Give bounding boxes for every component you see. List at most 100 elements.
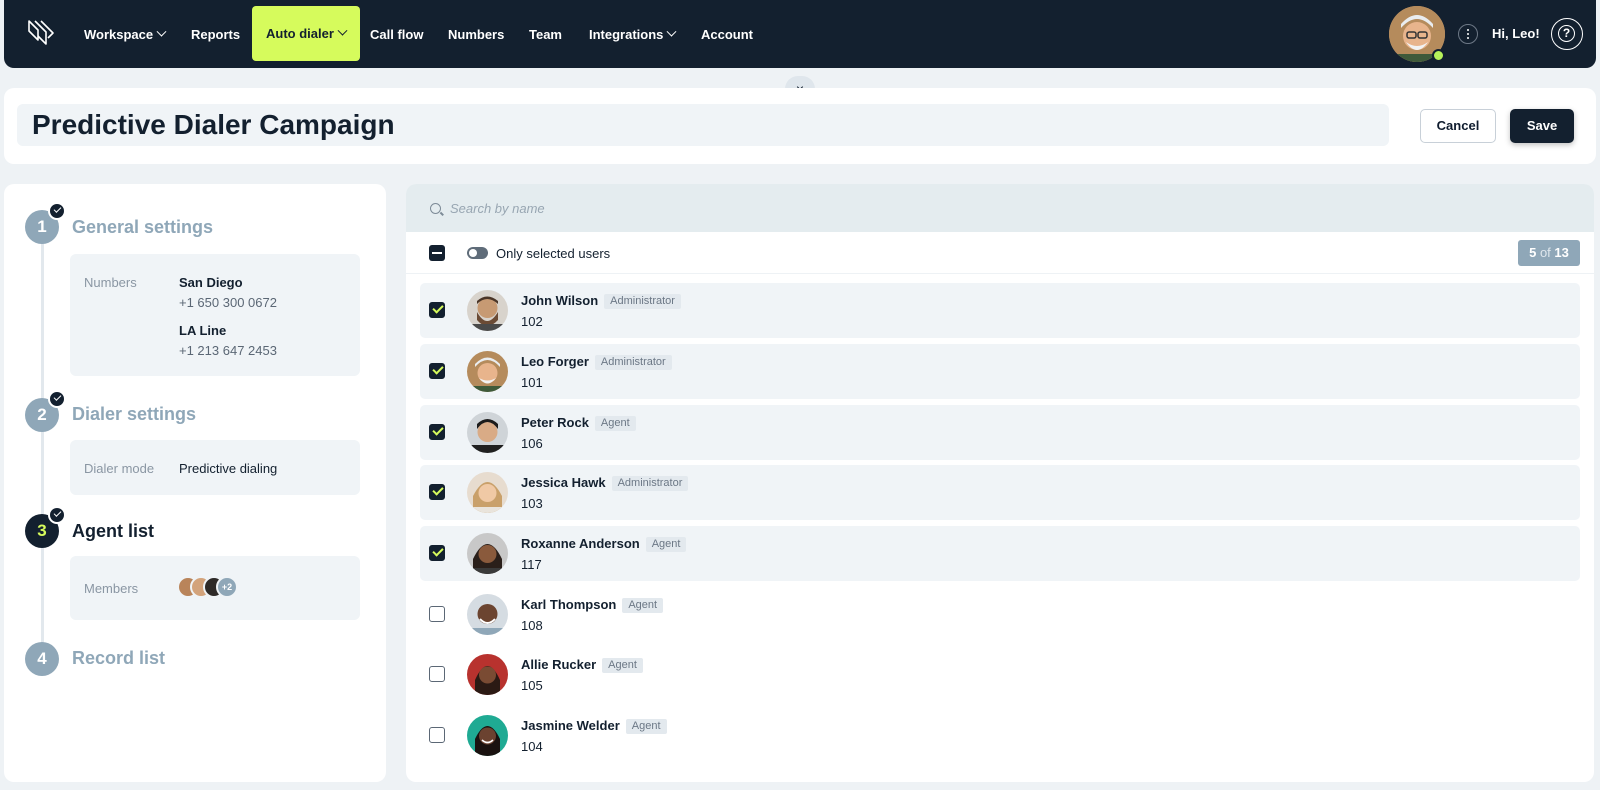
campaign-title-input[interactable]: Predictive Dialer Campaign [17, 104, 1389, 146]
user-checkbox[interactable] [429, 606, 445, 622]
step-3-summary: Members +2 [70, 556, 360, 620]
save-button[interactable]: Save [1510, 109, 1574, 143]
check-icon [48, 202, 66, 220]
role-badge: Agent [625, 719, 667, 734]
dialer-mode-value: Predictive dialing [179, 461, 278, 476]
help-button[interactable]: ? [1551, 18, 1583, 50]
user-name-text: Roxanne Anderson [521, 536, 640, 551]
nav-numbers[interactable]: Numbers [448, 0, 504, 68]
step-3-title[interactable]: Agent list [72, 521, 154, 542]
user-name: Roxanne Anderson Agent [521, 536, 687, 552]
step-2-title[interactable]: Dialer settings [72, 404, 196, 425]
user-name: Jasmine Welder Agent [521, 718, 667, 734]
number-name: San Diego [179, 275, 243, 290]
user-name-text: Peter Rock [521, 415, 589, 430]
user-name: Allie Rucker Agent [521, 657, 643, 673]
user-checkbox[interactable] [429, 545, 445, 561]
user-checkbox[interactable] [429, 302, 445, 318]
nav-account-label: Account [701, 26, 753, 42]
user-name: Peter Rock Agent [521, 415, 636, 431]
nav-call-flow-label: Call flow [370, 26, 424, 42]
question-mark-icon: ? [1558, 25, 1575, 42]
table-row[interactable]: Allie Rucker Agent 105 [420, 647, 1580, 702]
members-label: Members [84, 581, 139, 596]
user-avatar [467, 290, 508, 331]
user-extension: 106 [521, 436, 543, 451]
table-row[interactable]: Leo Forger Administrator 101 [420, 344, 1580, 399]
nav-auto-dialer-label: Auto dialer [266, 26, 334, 41]
nav-integrations[interactable]: Integrations [589, 0, 677, 68]
nav-account[interactable]: Account [701, 0, 753, 68]
nav-integrations-label: Integrations [589, 26, 664, 42]
user-extension: 117 [521, 557, 542, 572]
number-name: LA Line [179, 323, 227, 338]
user-checkbox[interactable] [429, 727, 445, 743]
steps-timeline [41, 224, 44, 654]
user-avatar [467, 594, 508, 635]
user-checkbox[interactable] [429, 424, 445, 440]
user-checkbox[interactable] [429, 484, 445, 500]
select-all-checkbox[interactable] [429, 245, 445, 261]
user-name-text: John Wilson [521, 293, 599, 308]
role-badge: Administrator [604, 294, 681, 309]
step-4-title[interactable]: Record list [72, 648, 165, 669]
user-name: John Wilson Administrator [521, 293, 681, 309]
role-badge: Agent [645, 537, 687, 552]
table-row[interactable]: Peter Rock Agent 106 [420, 405, 1580, 460]
nav-workspace-label: Workspace [84, 26, 154, 42]
user-extension: 102 [521, 314, 543, 329]
search-input[interactable] [450, 196, 1050, 220]
search-bar [406, 184, 1594, 232]
user-avatar [467, 715, 508, 756]
step-2-summary: Dialer mode Predictive dialing [70, 440, 360, 495]
user-extension: 101 [521, 375, 543, 390]
user-avatar [467, 472, 508, 513]
top-navigation: Workspace Reports Auto dialer Call flow … [4, 0, 1596, 68]
user-name-text: Allie Rucker [521, 657, 597, 672]
more-options-icon[interactable] [1458, 24, 1478, 44]
step-1-title[interactable]: General settings [72, 217, 213, 238]
user-name: Karl Thompson Agent [521, 597, 664, 613]
logo-icon[interactable] [26, 18, 56, 48]
nav-reports-label: Reports [191, 26, 241, 42]
step-4-number[interactable]: 4 [25, 642, 59, 676]
numbers-label: Numbers [84, 275, 137, 290]
chevron-down-icon [156, 26, 167, 37]
user-avatar [467, 533, 508, 574]
nav-team-label: Team [529, 26, 562, 42]
role-badge: Agent [622, 598, 664, 613]
role-badge: Agent [594, 416, 636, 431]
number-phone: +1 213 647 2453 [179, 343, 277, 358]
selected-count-badge: 5 of 13 [1518, 240, 1580, 266]
cancel-button[interactable]: Cancel [1420, 109, 1496, 143]
user-name-text: Karl Thompson [521, 597, 617, 612]
table-row[interactable]: Jessica Hawk Administrator 103 [420, 465, 1580, 520]
agent-list-panel: Only selected users 5 of 13 John Wilson A… [406, 184, 1594, 782]
nav-auto-dialer[interactable]: Auto dialer [252, 6, 360, 61]
user-name-text: Leo Forger [521, 354, 589, 369]
nav-team[interactable]: Team [529, 0, 562, 68]
role-badge: Administrator [594, 355, 672, 370]
check-icon [48, 506, 66, 524]
chevron-down-icon [337, 25, 348, 36]
user-name: Jessica Hawk Administrator [521, 475, 689, 491]
only-selected-toggle[interactable] [467, 247, 488, 259]
user-checkbox[interactable] [429, 363, 445, 379]
table-row[interactable]: Karl Thompson Agent 108 [420, 587, 1580, 642]
user-avatar [467, 654, 508, 695]
steps-panel: 1 General settings Numbers San Diego +1 … [4, 184, 386, 782]
user-name-text: Jessica Hawk [521, 475, 606, 490]
chevron-down-icon [666, 26, 677, 37]
only-selected-label: Only selected users [496, 246, 611, 261]
nav-numbers-label: Numbers [448, 26, 505, 42]
table-row[interactable]: John Wilson Administrator 102 [420, 283, 1580, 338]
nav-workspace[interactable]: Workspace [84, 0, 167, 68]
table-row[interactable]: Roxanne Anderson Agent 117 [420, 526, 1580, 581]
nav-call-flow[interactable]: Call flow [370, 0, 423, 68]
user-avatar [467, 351, 508, 392]
nav-reports[interactable]: Reports [191, 0, 240, 68]
members-more-badge: +2 [216, 576, 238, 598]
selected-count: 5 [1529, 245, 1537, 260]
table-row[interactable]: Jasmine Welder Agent 104 [420, 708, 1580, 763]
user-checkbox[interactable] [429, 666, 445, 682]
